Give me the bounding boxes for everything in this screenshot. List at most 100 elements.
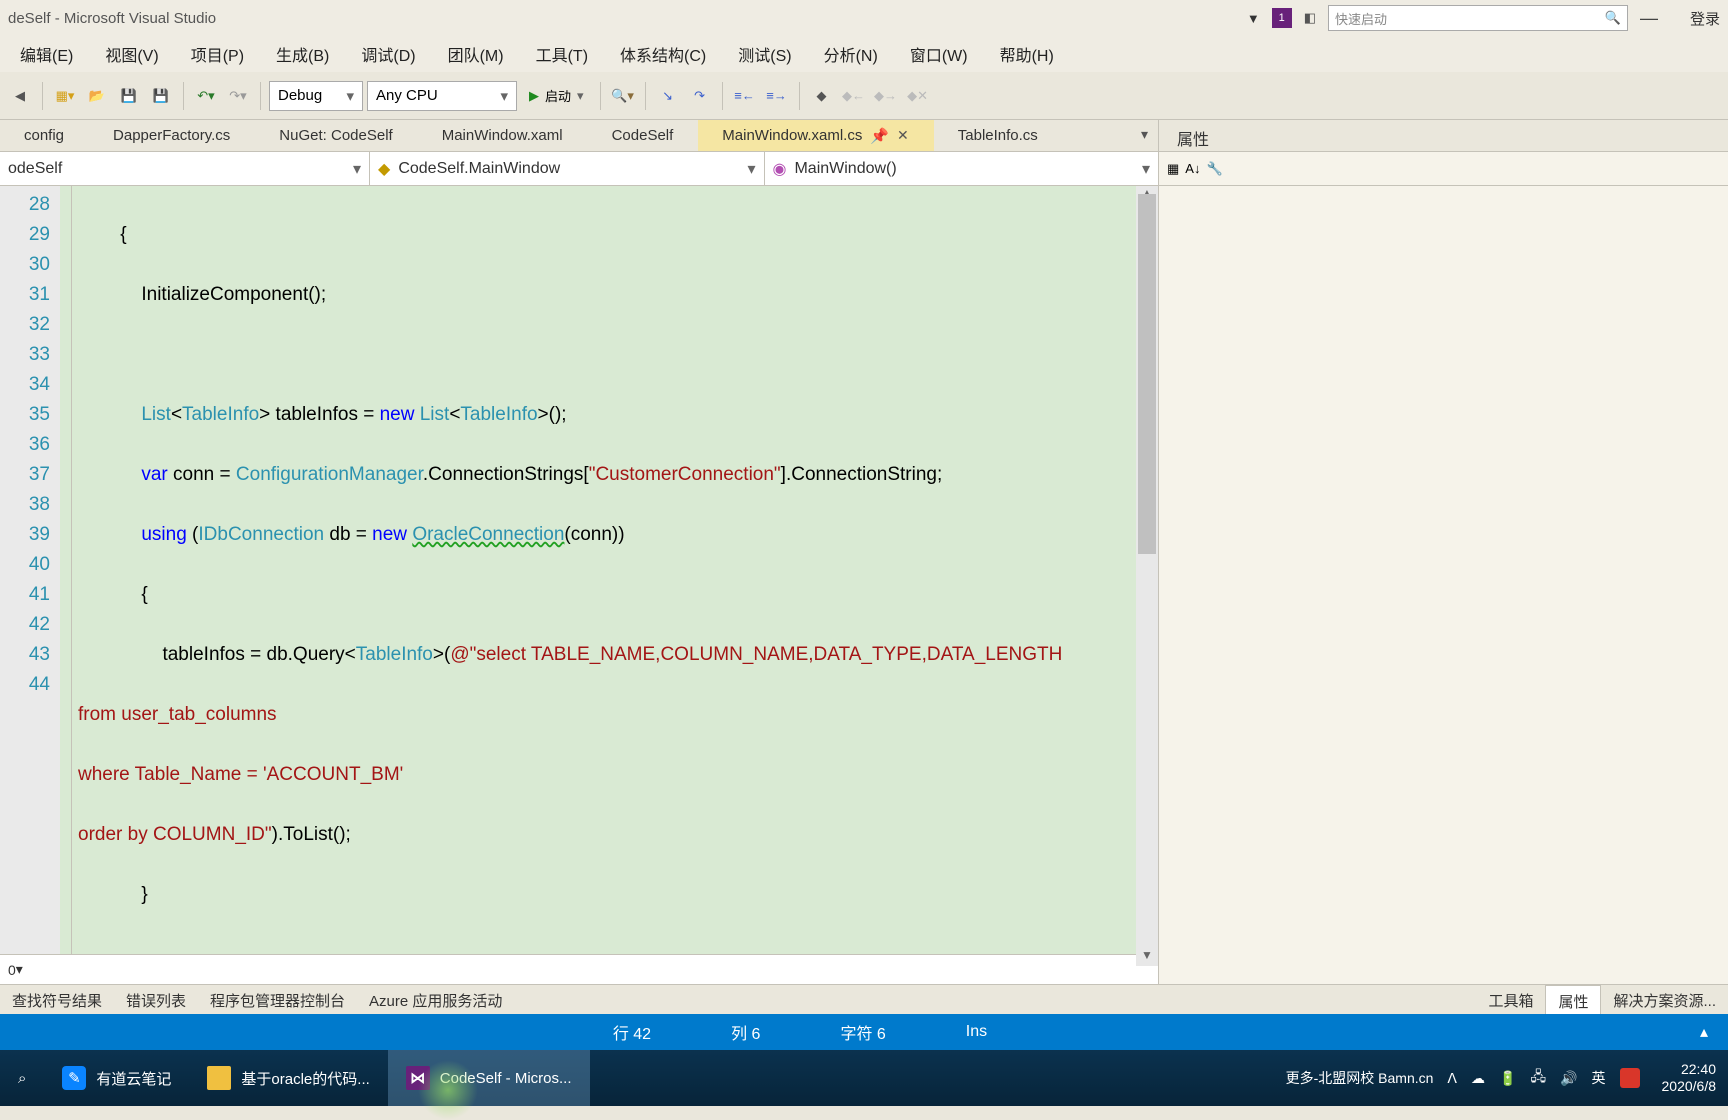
- menu-view[interactable]: 视图(V): [89, 34, 174, 74]
- save-button[interactable]: 💾: [115, 82, 143, 110]
- menu-bar: 编辑(E) 视图(V) 项目(P) 生成(B) 调试(D) 团队(M) 工具(T…: [0, 36, 1728, 72]
- system-tray[interactable]: 更多-北盟网校 Bamn.cn ᐱ ☁ 🔋 🖧 🔊 英: [1276, 1066, 1650, 1090]
- code-content[interactable]: { InitializeComponent(); List<TableInfo>…: [72, 186, 1158, 954]
- member-dropdown[interactable]: ◉ MainWindow()▾: [765, 152, 1159, 185]
- properties-panel-title: 属性: [1158, 120, 1728, 151]
- menu-edit[interactable]: 编辑(E): [4, 34, 89, 74]
- menu-debug[interactable]: 调试(D): [345, 34, 431, 74]
- status-bar: 行 42 列 6 字符 6 Ins ▴: [0, 1014, 1728, 1050]
- indent-button[interactable]: ≡→: [763, 82, 791, 110]
- onedrive-icon[interactable]: ☁: [1471, 1070, 1485, 1087]
- tab-find-symbol-results[interactable]: 查找符号结果: [0, 985, 114, 1014]
- menu-window[interactable]: 窗口(W): [894, 34, 984, 74]
- status-char: 字符 6: [840, 1020, 885, 1044]
- tab-dapperfactory[interactable]: DapperFactory.cs: [89, 120, 255, 151]
- tab-mainwindow-cs[interactable]: MainWindow.xaml.cs 📌 ✕: [698, 120, 933, 151]
- clear-bookmarks-button[interactable]: ◆✕: [904, 82, 932, 110]
- tab-mainwindow-xaml[interactable]: MainWindow.xaml: [418, 120, 588, 151]
- tab-config[interactable]: config: [0, 120, 89, 151]
- notifications-icon[interactable]: ◧: [1304, 10, 1316, 26]
- editor-bottom-combo[interactable]: 0▾: [0, 954, 1158, 984]
- sogou-icon[interactable]: [1620, 1068, 1640, 1088]
- menu-project[interactable]: 项目(P): [175, 34, 260, 74]
- solution-platform-dropdown[interactable]: Any CPU▾: [367, 81, 517, 111]
- tab-properties[interactable]: 属性: [1545, 985, 1601, 1014]
- filter-icon[interactable]: ▼: [1247, 11, 1260, 26]
- editor-area: 2829303132333435363738394041424344 { Ini…: [0, 186, 1158, 984]
- solution-config-dropdown[interactable]: Debug▾: [269, 81, 363, 111]
- tab-overflow-button[interactable]: ▾: [1131, 120, 1158, 151]
- categorize-icon[interactable]: ▦: [1167, 161, 1179, 177]
- folder-icon: [207, 1066, 231, 1090]
- liveshare-badge[interactable]: 1: [1272, 8, 1292, 28]
- line-gutter: 2829303132333435363738394041424344: [0, 186, 60, 954]
- menu-help[interactable]: 帮助(H): [984, 34, 1070, 74]
- bookmark-button[interactable]: ◆: [808, 82, 836, 110]
- volume-icon[interactable]: 🔊: [1560, 1070, 1577, 1087]
- scroll-down-arrow[interactable]: ▼: [1136, 948, 1158, 954]
- taskbar-folder[interactable]: 基于oracle的代码...: [189, 1050, 387, 1106]
- status-resize-grip[interactable]: ▴: [1700, 1022, 1708, 1042]
- sort-icon[interactable]: A↓: [1185, 161, 1200, 176]
- tab-codeself[interactable]: CodeSelf: [588, 120, 699, 151]
- taskbar-search[interactable]: ⌕: [0, 1050, 44, 1106]
- save-all-button[interactable]: 💾: [147, 82, 175, 110]
- main-area: 2829303132333435363738394041424344 { Ini…: [0, 186, 1728, 984]
- namespace-dropdown[interactable]: odeSelf▾: [0, 152, 370, 185]
- scroll-thumb[interactable]: [1138, 194, 1156, 554]
- taskbar-youdao[interactable]: ✎ 有道云笔记: [44, 1050, 189, 1106]
- quick-launch-input[interactable]: 快速启动 🔍: [1328, 5, 1628, 31]
- start-debug-button[interactable]: ▶ 启动 ▾: [521, 81, 592, 111]
- prev-bookmark-button[interactable]: ◆←: [840, 82, 868, 110]
- menu-team[interactable]: 团队(M): [432, 34, 520, 74]
- menu-analyze[interactable]: 分析(N): [808, 34, 894, 74]
- menu-tools[interactable]: 工具(T): [520, 34, 604, 74]
- step-into-button[interactable]: ↘: [654, 82, 682, 110]
- open-file-button[interactable]: 📂: [83, 82, 111, 110]
- find-button[interactable]: 🔍▾: [609, 82, 637, 110]
- vertical-scrollbar[interactable]: ▲ ▼: [1136, 186, 1158, 954]
- separator: [722, 82, 723, 110]
- menu-build[interactable]: 生成(B): [260, 34, 345, 74]
- battery-icon[interactable]: 🔋: [1499, 1070, 1516, 1087]
- nav-back-button[interactable]: ◀: [6, 82, 34, 110]
- separator: [260, 82, 261, 110]
- vs-icon: ⋈: [406, 1066, 430, 1090]
- outdent-button[interactable]: ≡←: [731, 82, 759, 110]
- taskbar-clock[interactable]: 22:40 2020/6/8: [1650, 1061, 1728, 1095]
- status-line: 行 42: [613, 1020, 651, 1044]
- class-icon: ◆: [378, 159, 390, 179]
- ime-icon[interactable]: 英: [1592, 1068, 1606, 1088]
- tab-tableinfo[interactable]: TableInfo.cs: [934, 120, 1063, 151]
- minimize-button[interactable]: —: [1640, 8, 1658, 29]
- redo-button[interactable]: ↷▾: [224, 82, 252, 110]
- next-bookmark-button[interactable]: ◆→: [872, 82, 900, 110]
- chevron-up-icon[interactable]: ᐱ: [1447, 1070, 1457, 1087]
- config-value: Debug: [278, 87, 322, 104]
- tab-azure-app-services[interactable]: Azure 应用服务活动: [357, 985, 514, 1014]
- tab-toolbox[interactable]: 工具箱: [1476, 985, 1545, 1014]
- separator: [799, 82, 800, 110]
- wrench-icon[interactable]: 🔧: [1206, 161, 1222, 177]
- start-label: 启动: [545, 86, 571, 105]
- menu-test[interactable]: 测试(S): [722, 34, 807, 74]
- tab-solution-explorer[interactable]: 解决方案资源...: [1601, 985, 1728, 1014]
- pin-icon[interactable]: 📌: [870, 127, 889, 145]
- code-editor[interactable]: 2829303132333435363738394041424344 { Ini…: [0, 186, 1158, 954]
- login-button[interactable]: 登录: [1690, 8, 1720, 29]
- new-project-button[interactable]: ▦▾: [51, 82, 79, 110]
- window-title: deSelf - Microsoft Visual Studio: [8, 10, 216, 27]
- tab-package-manager-console[interactable]: 程序包管理器控制台: [198, 985, 357, 1014]
- search-icon: 🔍: [1605, 10, 1621, 26]
- class-dropdown[interactable]: ◆ CodeSelf.MainWindow▾: [370, 152, 765, 185]
- undo-button[interactable]: ↶▾: [192, 82, 220, 110]
- menu-architecture[interactable]: 体系结构(C): [604, 34, 722, 74]
- network-icon[interactable]: 🖧: [1530, 1066, 1546, 1090]
- step-over-button[interactable]: ↷: [686, 82, 714, 110]
- tab-error-list[interactable]: 错误列表: [114, 985, 198, 1014]
- tab-nuget[interactable]: NuGet: CodeSelf: [255, 120, 417, 151]
- status-mode: Ins: [966, 1023, 987, 1041]
- taskbar-visual-studio[interactable]: ⋈ CodeSelf - Micros...: [388, 1050, 590, 1106]
- quick-launch-placeholder: 快速启动: [1335, 9, 1387, 28]
- close-tab-button[interactable]: ✕: [897, 127, 909, 144]
